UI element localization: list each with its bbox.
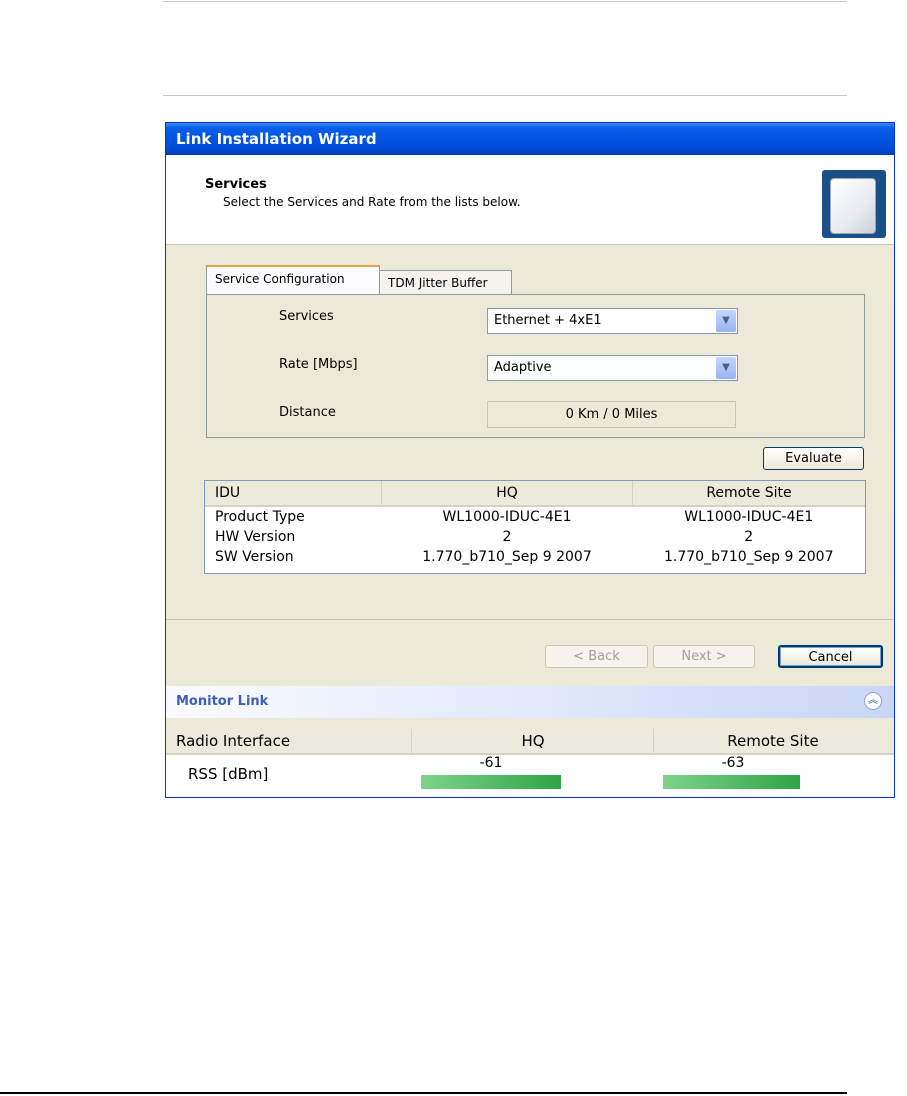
monitor-remote-header: Remote Site <box>727 732 819 750</box>
footer-separator <box>166 619 894 620</box>
row-label: SW Version <box>215 549 294 565</box>
window-title: Link Installation Wizard <box>166 123 894 155</box>
tab-service-configuration[interactable]: Service Configuration <box>206 265 380 295</box>
back-button[interactable]: < Back <box>545 645 648 668</box>
bottom-rule <box>0 1092 847 1094</box>
rss-remote-value: -63 <box>721 755 745 771</box>
services-select[interactable]: Ethernet + 4xE1 ▼ <box>487 308 738 334</box>
row-label: HW Version <box>215 529 296 545</box>
top-rule <box>163 1 847 2</box>
hq-header: HQ <box>381 481 633 507</box>
rate-select[interactable]: Adaptive ▼ <box>487 355 738 381</box>
rss-label: RSS [dBm] <box>188 765 269 783</box>
idu-table: IDU HQ Remote Site Product Type WL1000-I… <box>204 480 866 574</box>
monitor-table: Radio Interface HQ Remote Site RSS [dBm]… <box>166 729 894 797</box>
chevron-down-icon[interactable]: ▼ <box>716 310 736 332</box>
radio-interface-header: Radio Interface <box>176 732 291 750</box>
monitor-table-header: Radio Interface HQ Remote Site <box>166 729 894 755</box>
monitor-hq-header: HQ <box>521 732 545 750</box>
page-title: Services <box>205 177 267 192</box>
table-row: Product Type WL1000-IDUC-4E1 WL1000-IDUC… <box>205 506 865 527</box>
monitor-link-bar[interactable]: Monitor Link ︽ <box>166 686 894 718</box>
wizard-header: Services Select the Services and Rate fr… <box>166 155 894 245</box>
rss-hq-value: -61 <box>479 755 503 771</box>
remote-cell: 1.770_b710_Sep 9 2007 <box>663 549 834 565</box>
distance-label: Distance <box>279 405 336 420</box>
services-label: Services <box>279 309 334 324</box>
idu-header: IDU <box>205 481 382 507</box>
remote-cell: 2 <box>744 529 754 545</box>
rss-remote-bar <box>663 775 800 789</box>
evaluate-button[interactable]: Evaluate <box>763 447 864 470</box>
rate-value: Adaptive <box>494 360 552 375</box>
rss-row: RSS [dBm] -61 -63 <box>166 755 894 795</box>
rss-hq-bar <box>421 775 561 789</box>
header-rule <box>163 95 847 96</box>
collapse-icon[interactable]: ︽ <box>864 692 882 710</box>
hq-cell: 1.770_b710_Sep 9 2007 <box>422 549 592 565</box>
antenna-icon <box>822 170 886 238</box>
table-row: HW Version 2 2 <box>205 527 865 547</box>
chevron-down-icon[interactable]: ▼ <box>716 357 736 379</box>
hq-cell: 2 <box>502 529 512 545</box>
distance-value: 0 Km / 0 Miles <box>487 401 736 428</box>
cancel-button[interactable]: Cancel <box>778 645 883 668</box>
services-value: Ethernet + 4xE1 <box>494 313 602 328</box>
tab-tdm-jitter-buffer[interactable]: TDM Jitter Buffer <box>379 270 512 296</box>
remote-cell: WL1000-IDUC-4E1 <box>684 509 814 525</box>
wizard-window: Link Installation Wizard Services Select… <box>165 122 895 798</box>
next-button[interactable]: Next > <box>653 645 755 668</box>
row-label: Product Type <box>215 509 305 525</box>
service-configuration-panel: Services Ethernet + 4xE1 ▼ Rate [Mbps] A… <box>206 294 865 438</box>
hq-cell: WL1000-IDUC-4E1 <box>442 509 572 525</box>
remote-header: Remote Site <box>632 481 865 507</box>
page-subtitle: Select the Services and Rate from the li… <box>223 195 521 209</box>
monitor-link-title: Monitor Link <box>176 694 269 709</box>
table-row: SW Version 1.770_b710_Sep 9 2007 1.770_b… <box>205 547 865 567</box>
rate-label: Rate [Mbps] <box>279 357 358 372</box>
